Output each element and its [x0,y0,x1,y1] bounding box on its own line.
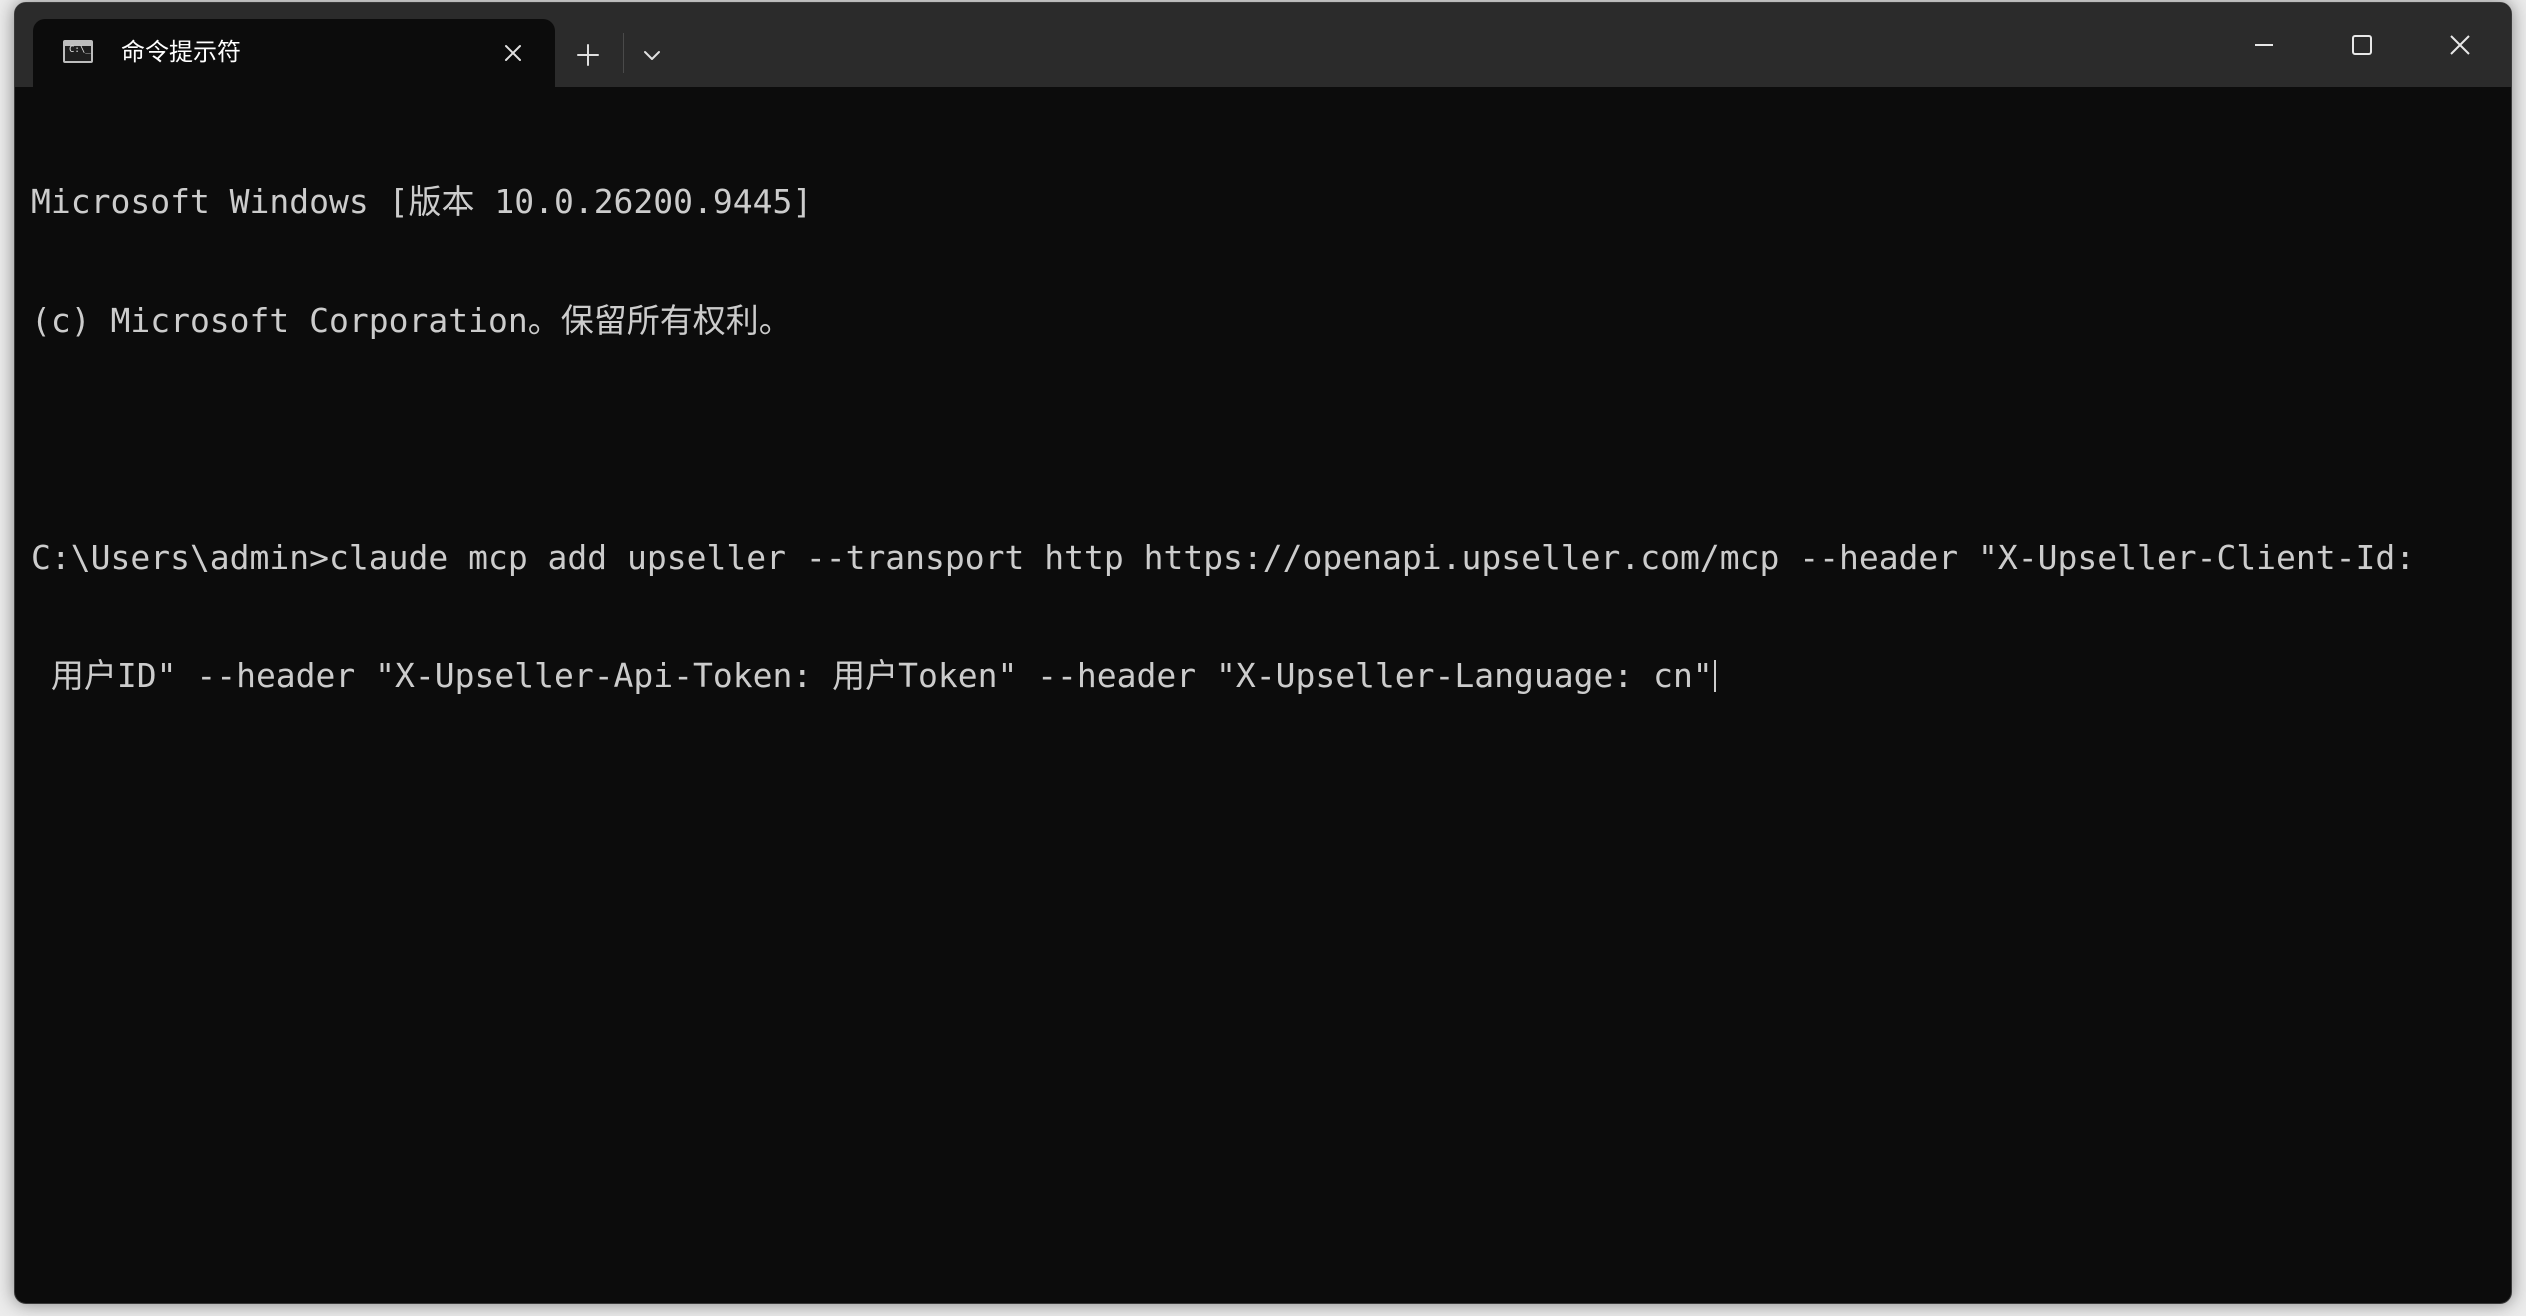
close-icon [505,45,521,61]
banner-line-1: Microsoft Windows [版本 10.0.26200.9445] [31,182,813,221]
minimize-icon [2255,44,2273,46]
chevron-down-icon [644,51,660,60]
close-icon [2450,35,2470,55]
terminal-window: C:\_ 命令提示符 Microsoft Windows [版本 10.0.26… [14,2,2512,1304]
plus-icon [577,44,599,66]
tab-title: 命令提示符 [121,38,241,66]
title-bar[interactable]: C:\_ 命令提示符 [15,3,2511,87]
profile-dropdown-button[interactable] [629,33,675,77]
prompt: C:\Users\admin> [31,537,330,577]
desktop-background: C:\_ 命令提示符 Microsoft Windows [版本 10.0.26… [0,0,2526,1316]
minimize-button[interactable] [2215,3,2313,87]
maximize-button[interactable] [2313,3,2411,87]
close-tab-button[interactable] [495,35,531,71]
close-window-button[interactable] [2411,3,2509,87]
new-tab-button[interactable] [563,31,613,79]
command-line-1: C:\Users\admin>claude mcp add upseller -… [31,538,2491,578]
tab-command-prompt[interactable]: C:\_ 命令提示符 [33,19,555,87]
command-text-1: claude mcp add upseller --transport http… [329,537,2416,577]
command-line-2: 用户ID" --header "X-Upseller-Api-Token: 用户… [31,656,2491,696]
text-cursor [1713,660,1716,692]
tab-separator [623,33,624,73]
cmd-prompt-icon: C:\_ [63,40,93,63]
terminal-output[interactable]: Microsoft Windows [版本 10.0.26200.9445] (… [31,103,2491,1283]
command-text-2: 用户ID" --header "X-Upseller-Api-Token: 用户… [31,656,1713,695]
maximize-icon [2352,35,2372,55]
banner-line-2: (c) Microsoft Corporation。保留所有权利。 [31,300,792,340]
